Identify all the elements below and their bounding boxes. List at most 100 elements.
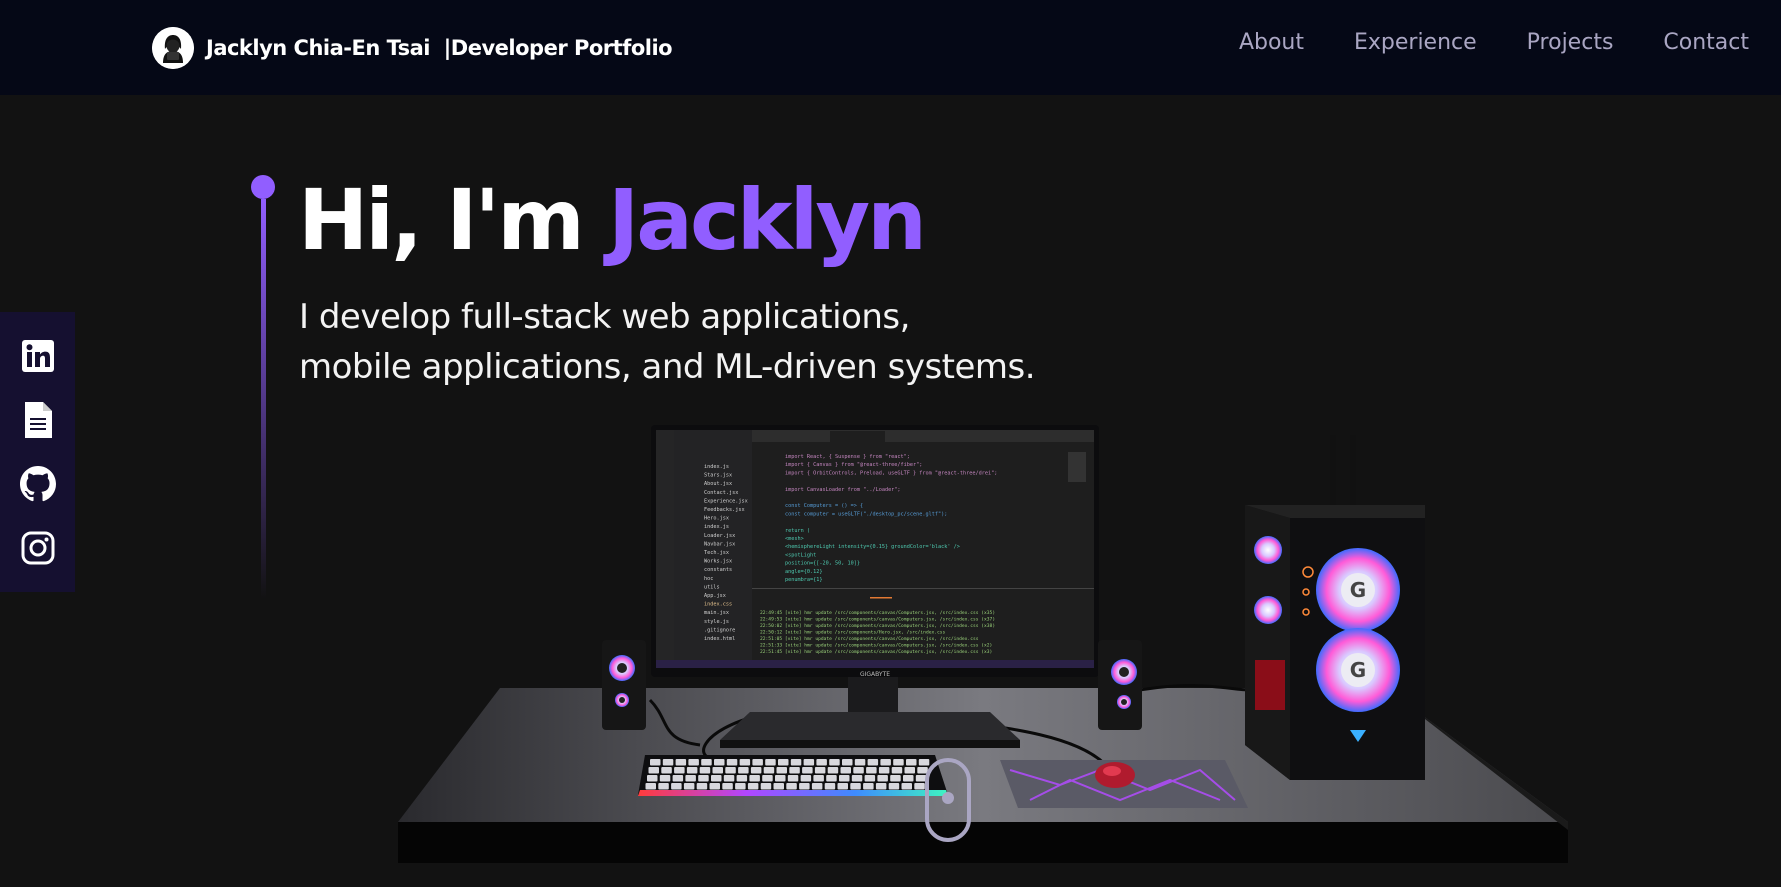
brand-link[interactable]: Jacklyn Chia-En Tsai |Developer Portfoli… (152, 27, 673, 69)
keyboard-key (659, 775, 671, 782)
editor-code-line: position={[-20, 50, 10]} (785, 561, 860, 567)
linkedin-link[interactable] (18, 336, 58, 376)
svg-text:G: G (1350, 578, 1366, 602)
keyboard-key (739, 759, 751, 766)
editor-code-line: return ( (785, 528, 810, 534)
keyboard-key (850, 783, 861, 790)
keyboard-key (674, 767, 685, 774)
hero-name: Jacklyn (608, 171, 927, 269)
linkedin-icon (21, 340, 54, 372)
keyboard-key (778, 759, 789, 766)
keyboard-key (773, 783, 784, 790)
keyboard-key (776, 767, 787, 774)
keyboard-key (826, 775, 837, 782)
keyboard-key (903, 775, 914, 782)
keyboard-key (711, 775, 722, 782)
keyboard-key (672, 775, 684, 782)
hero-accent-bar (260, 199, 266, 599)
explorer-file: Stars.jsx (704, 473, 732, 479)
instagram-link[interactable] (18, 528, 58, 568)
explorer-file: App.jsx (704, 593, 726, 599)
keyboard-key (853, 767, 864, 774)
explorer-file: main.jsx (704, 610, 729, 616)
terminal-line: 22:50:02 [vite] hmr update /src/componen… (760, 623, 995, 629)
github-link[interactable] (18, 464, 58, 504)
keyboard-key (799, 783, 810, 790)
keyboard-key (802, 767, 813, 774)
keyboard-key (878, 767, 890, 774)
keyboard-key (824, 783, 836, 790)
keyboard-key (880, 759, 891, 766)
keyboard-key (775, 775, 786, 782)
keyboard-key (816, 759, 827, 766)
keyboard-key (829, 759, 840, 766)
svg-text:G: G (1350, 658, 1366, 682)
keyboard-key (864, 775, 876, 782)
social-sidebar (0, 312, 75, 592)
scroll-down-indicator[interactable] (925, 758, 971, 842)
hero-subtitle: I develop full-stack web applications, m… (299, 292, 1199, 392)
keyboard-key (891, 767, 903, 774)
editor-code-line: import { OrbitControls, Preload, useGLTF… (785, 470, 997, 476)
nav-links: About Experience Projects Contact (1239, 30, 1749, 55)
keyboard-key (722, 783, 733, 790)
explorer-file: style.js (704, 619, 729, 625)
explorer-file: Hero.jsx (704, 516, 729, 522)
editor-code-line: const Computers = () => { (785, 503, 863, 509)
keyboard-key (698, 775, 709, 782)
monitor-brand: GIGABYTE (860, 671, 890, 678)
keyboard-key (863, 783, 874, 790)
scroll-indicator-dot (942, 792, 954, 804)
keyboard (638, 755, 948, 796)
editor-code-line: <spotLight (785, 552, 816, 558)
keyboard-key (765, 759, 776, 766)
explorer-file: About.jsx (704, 481, 732, 487)
keyboard-key (685, 775, 696, 782)
resume-link[interactable] (18, 400, 58, 440)
left-speaker (602, 640, 646, 730)
keyboard-key (747, 783, 759, 790)
keyboard-key (699, 767, 711, 774)
nav-link-experience[interactable]: Experience (1354, 30, 1477, 55)
keyboard-key (890, 775, 901, 782)
keyboard-key (725, 767, 736, 774)
nav-link-contact[interactable]: Contact (1663, 30, 1749, 55)
keyboard-key (787, 775, 799, 782)
keyboard-key (827, 767, 839, 774)
brand-title: Jacklyn Chia-En Tsai |Developer Portfoli… (206, 36, 673, 60)
keyboard-key (786, 783, 797, 790)
desktop-pc-3d-scene[interactable]: GIGABYTE import React, { Suspense } from… (395, 420, 1575, 887)
keyboard-key (914, 783, 925, 790)
keyboard-key (867, 759, 879, 766)
explorer-file: Loader.jsx (704, 533, 735, 539)
brand-suffix: |Developer Portfolio (443, 36, 673, 60)
keyboard-key (701, 759, 712, 766)
keyboard-key (714, 759, 725, 766)
explorer-file: .gitignore (704, 627, 735, 633)
navbar: Jacklyn Chia-En Tsai |Developer Portfoli… (0, 0, 1781, 95)
keyboard-key (893, 759, 904, 766)
keyboard-key (661, 767, 672, 774)
editor-code-line: <mesh> (785, 536, 804, 542)
explorer-file: index.html (704, 636, 735, 642)
explorer-file: hoc (704, 576, 713, 582)
explorer-file: index.js (704, 524, 729, 530)
hero-subtitle-line1: I develop full-stack web applications, (299, 297, 910, 337)
explorer-file: index.js (704, 464, 729, 470)
keyboard-key (918, 759, 930, 766)
nav-link-projects[interactable]: Projects (1527, 30, 1614, 55)
keyboard-key (749, 775, 760, 782)
keyboard-key (875, 783, 887, 790)
keyboard-key (813, 775, 824, 782)
keyboard-key (658, 783, 669, 790)
keyboard-key (662, 759, 674, 766)
terminal-line: 22:51:33 [vite] hmr update /src/componen… (760, 643, 992, 649)
explorer-file: index.css (704, 602, 732, 608)
terminal-line: 22:49:53 [vite] hmr update /src/componen… (760, 617, 995, 623)
keyboard-key (647, 775, 658, 782)
nav-link-about[interactable]: About (1239, 30, 1304, 55)
mouse (1095, 762, 1135, 788)
keyboard-key (851, 775, 863, 782)
keyboard-key (790, 759, 802, 766)
keyboard-key (696, 783, 708, 790)
